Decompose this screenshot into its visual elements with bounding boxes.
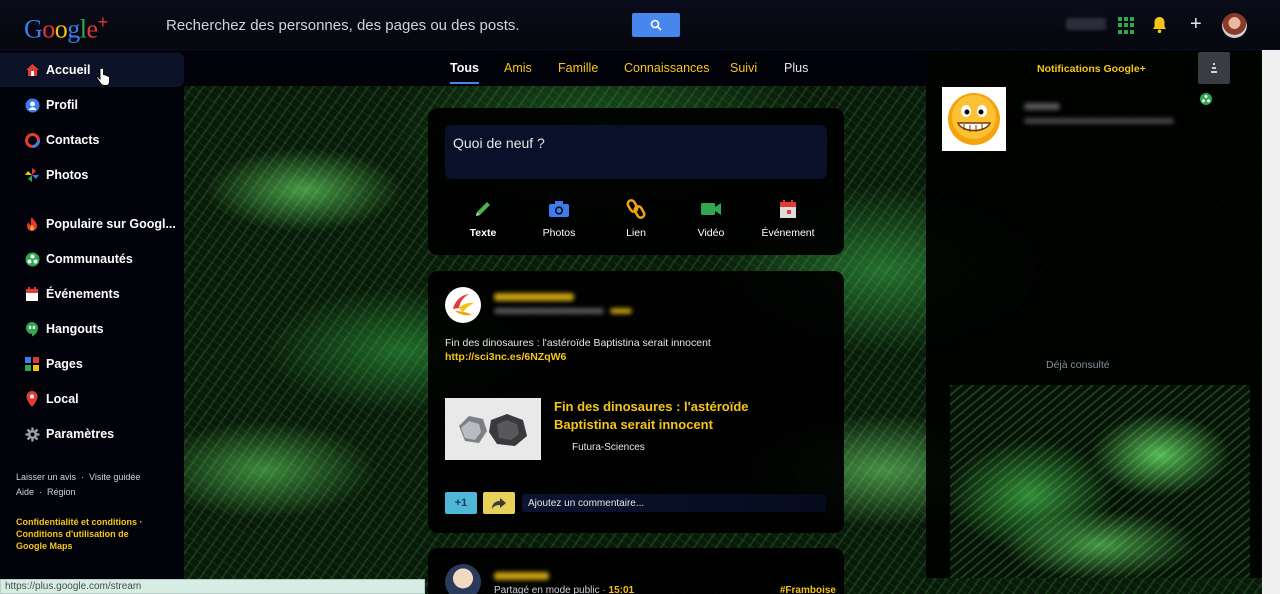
link-preview-source: Futura-Sciences	[572, 442, 645, 453]
sidebar-item-pages[interactable]: Pages	[0, 347, 184, 381]
post2-time[interactable]: 15:01	[609, 585, 635, 594]
location-pin-icon	[24, 391, 40, 407]
pages-icon	[24, 356, 40, 372]
comment-input[interactable]	[522, 494, 826, 512]
feedback-link[interactable]: Laisser un avis	[16, 472, 76, 482]
tour-link[interactable]: Visite guidée	[89, 472, 140, 482]
post-link[interactable]: http://sci3nc.es/6NZqW6	[445, 351, 566, 363]
share-plus-icon[interactable]: +	[1190, 13, 1202, 36]
legal-links: Confidentialité et conditions · Conditio…	[16, 517, 143, 552]
compose-video-button[interactable]: Vidéo	[681, 196, 741, 239]
already-seen-label: Déjà consulté	[1046, 359, 1110, 371]
calendar-icon	[780, 200, 796, 218]
maps-terms-link-cont[interactable]: Google Maps	[16, 540, 143, 552]
page-scrollbar[interactable]	[1262, 50, 1280, 594]
sidebar-item-accueil[interactable]: Accueil	[0, 53, 184, 87]
stream-post-2: Partagé en mode public · 15:01 #Frambois…	[428, 548, 844, 594]
sidebar-item-local[interactable]: Local	[0, 382, 184, 416]
sidebar-item-hangouts[interactable]: Hangouts	[0, 312, 184, 346]
list-icon	[1211, 63, 1217, 73]
post-author-name-blurred[interactable]	[494, 293, 574, 301]
photos-icon	[24, 167, 40, 183]
google-plus-logo[interactable]: Google+	[24, 12, 108, 45]
notifications-settings-button[interactable]	[1198, 52, 1230, 84]
search-icon	[650, 19, 662, 31]
sidebar-item-profil[interactable]: Profil	[0, 88, 184, 122]
notification-text-blurred[interactable]	[1024, 118, 1174, 124]
communities-icon	[24, 251, 40, 267]
privacy-terms-link[interactable]: Confidentialité et conditions	[16, 517, 137, 527]
compose-link-button[interactable]: Lien	[606, 196, 666, 239]
share-button[interactable]	[483, 492, 515, 514]
calendar-icon	[24, 286, 40, 302]
hangouts-icon	[24, 321, 40, 337]
post2-meta: Partagé en mode public · 15:01	[494, 585, 635, 594]
tab-connaissances[interactable]: Connaissances	[624, 61, 709, 75]
share-arrow-icon	[492, 497, 506, 509]
tab-amis[interactable]: Amis	[504, 61, 532, 75]
account-avatar[interactable]	[1222, 13, 1247, 38]
sidebar-item-photos[interactable]: Photos	[0, 158, 184, 192]
post-visibility-blurred	[494, 308, 604, 314]
left-sidebar: Accueil Profil Contacts Photos Populaire…	[0, 50, 184, 594]
plus-one-button[interactable]: +1	[445, 492, 477, 514]
region-link[interactable]: Région	[47, 487, 76, 497]
tab-plus[interactable]: Plus	[784, 61, 808, 75]
pencil-icon	[476, 202, 490, 216]
profile-icon	[24, 97, 40, 113]
notifications-background-image	[950, 385, 1250, 578]
notification-name-blurred[interactable]	[1024, 103, 1060, 110]
tab-famille[interactable]: Famille	[558, 61, 598, 75]
post-author-avatar[interactable]	[445, 287, 481, 323]
post2-author-name-blurred[interactable]	[494, 572, 549, 580]
tab-suivi[interactable]: Suivi	[730, 61, 757, 75]
post2-author-avatar[interactable]	[445, 564, 481, 594]
stream-filter-tabs: Tous Amis Famille Connaissances Suivi Pl…	[184, 50, 926, 86]
compose-text-button[interactable]: Texte	[453, 196, 513, 239]
sidebar-item-communautes[interactable]: Communautés	[0, 242, 184, 276]
link-preview-title[interactable]: Fin des dinosaures : l'astéroïde Baptist…	[554, 398, 814, 434]
post2-hashtag[interactable]: #Framboise	[780, 585, 836, 594]
notifications-panel: Notifications Google+ Déjà consulté	[926, 50, 1262, 578]
mouse-cursor-icon	[96, 68, 110, 86]
flame-icon	[24, 216, 40, 232]
notification-avatar[interactable]	[942, 87, 1006, 151]
post-composer: Quoi de neuf ? Texte Photos Lien Vidéo É…	[428, 108, 844, 255]
stream-post: Fin des dinosaures : l'astéroïde Baptist…	[428, 271, 844, 533]
gear-icon	[24, 426, 40, 442]
post-time-blurred[interactable]	[610, 308, 632, 314]
home-icon	[24, 62, 40, 78]
sidebar-item-populaire[interactable]: Populaire sur Googl...	[0, 207, 184, 241]
compose-event-button[interactable]: Événement	[758, 196, 818, 239]
compose-photos-button[interactable]: Photos	[529, 196, 589, 239]
apps-grid-icon[interactable]	[1118, 17, 1135, 34]
post-text: Fin des dinosaures : l'astéroïde Baptist…	[445, 337, 711, 349]
search-button[interactable]	[632, 13, 680, 37]
user-name-blurred[interactable]	[1066, 18, 1106, 30]
sidebar-item-contacts[interactable]: Contacts	[0, 123, 184, 157]
footer-links-row2: Aide · Région	[16, 487, 76, 497]
link-preview-thumbnail[interactable]	[445, 398, 541, 460]
communities-badge-icon	[1200, 93, 1212, 105]
bell-icon[interactable]	[1151, 16, 1168, 34]
contacts-icon	[24, 132, 40, 148]
footer-links-row1: Laisser un avis · Visite guidée	[16, 472, 141, 482]
search-input[interactable]	[160, 13, 632, 37]
maps-terms-link[interactable]: Conditions d'utilisation de	[16, 528, 143, 540]
top-bar: Google+ +	[0, 0, 1280, 50]
sidebar-item-evenements[interactable]: Événements	[0, 277, 184, 311]
camera-icon	[549, 201, 569, 217]
link-icon	[626, 199, 646, 219]
tab-tous[interactable]: Tous	[450, 61, 479, 84]
video-icon	[701, 203, 721, 215]
whats-new-input[interactable]: Quoi de neuf ?	[445, 125, 827, 179]
notifications-title: Notifications Google+	[1037, 63, 1146, 75]
sidebar-item-parametres[interactable]: Paramètres	[0, 417, 184, 451]
help-link[interactable]: Aide	[16, 487, 34, 497]
browser-status-bar: https://plus.google.com/stream	[0, 579, 425, 594]
